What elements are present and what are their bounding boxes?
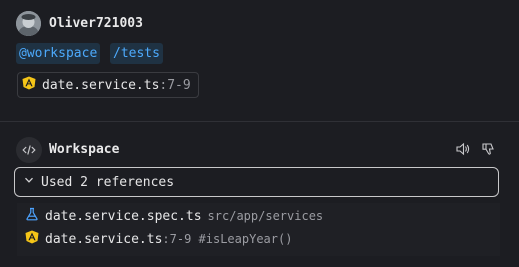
username: Oliver721003 <box>49 16 143 31</box>
reference-item[interactable]: date.service.spec.ts src/app/services <box>25 206 323 226</box>
reference-file-name: date.service.ts <box>45 231 163 247</box>
user-avatar <box>16 11 41 36</box>
reference-detail: src/app/services <box>207 209 324 223</box>
response-actions <box>455 141 497 157</box>
attachment-file-name: date.service.ts <box>42 77 160 93</box>
references-list: date.service.spec.ts src/app/services da… <box>17 203 500 256</box>
thumbs-down-icon[interactable] <box>481 141 497 157</box>
references-toggle[interactable]: Used 2 references <box>14 167 499 197</box>
workspace-chip[interactable]: @workspace <box>16 43 101 64</box>
angular-icon <box>22 76 36 94</box>
read-aloud-icon[interactable] <box>455 141 471 157</box>
references-toggle-label: Used 2 references <box>41 174 175 190</box>
reference-file-name: date.service.spec.ts <box>45 208 202 224</box>
file-attachment[interactable]: date.service.ts:7-9 <box>17 72 199 98</box>
beaker-icon <box>25 207 39 225</box>
chevron-down-icon <box>23 174 35 190</box>
reference-detail: :7-9 #isLeapYear() <box>162 232 293 246</box>
angular-icon <box>25 230 39 248</box>
reference-item[interactable]: date.service.ts:7-9 #isLeapYear() <box>25 229 292 249</box>
message-divider <box>0 121 519 122</box>
tests-command-chip[interactable]: /tests <box>110 43 163 64</box>
chat-panel: Oliver721003 @workspace /tests date.serv… <box>0 0 519 267</box>
workspace-agent-icon <box>16 137 42 163</box>
attachment-line-range: :7-9 <box>159 77 191 93</box>
agent-name: Workspace <box>49 142 120 157</box>
